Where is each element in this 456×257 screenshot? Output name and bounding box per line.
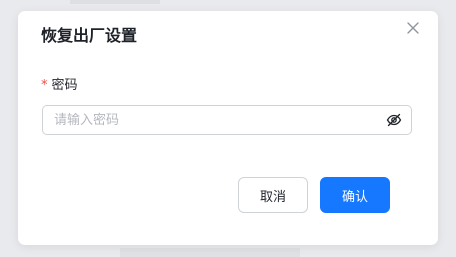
- password-label-text: 密码: [51, 78, 78, 93]
- factory-reset-dialog: 恢复出厂设置 * 密码 取消 确认: [18, 11, 438, 245]
- background-panel-edge: [120, 248, 300, 257]
- password-field: [42, 105, 412, 135]
- background-panel-edge: [70, 0, 160, 4]
- dialog-title: 恢复出厂设置: [41, 26, 138, 45]
- required-marker: *: [41, 78, 48, 93]
- confirm-button[interactable]: 确认: [320, 177, 390, 213]
- close-icon: [407, 22, 419, 34]
- close-button[interactable]: [404, 19, 422, 37]
- password-label: * 密码: [41, 77, 78, 95]
- eye-off-icon[interactable]: [386, 112, 402, 128]
- password-input[interactable]: [43, 106, 384, 134]
- cancel-button[interactable]: 取消: [238, 177, 308, 213]
